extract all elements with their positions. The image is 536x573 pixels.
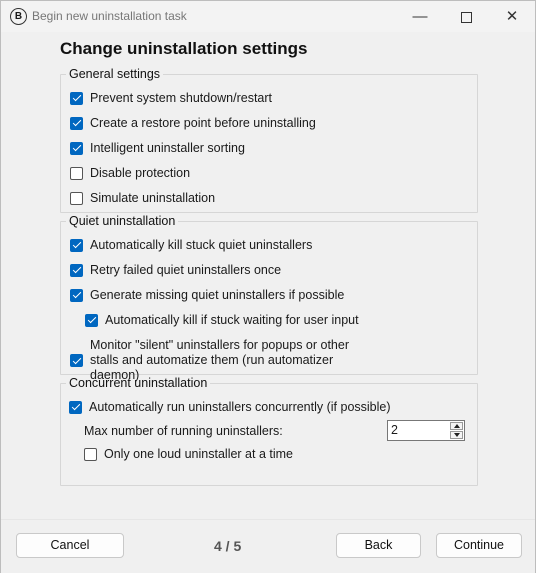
minimize-icon: —	[412, 8, 428, 25]
stepper-buttons	[450, 422, 463, 439]
window-title: Begin new uninstallation task	[32, 9, 187, 23]
checkbox-label: Retry failed quiet uninstallers once	[90, 263, 282, 277]
checkbox-icon[interactable]	[70, 354, 83, 367]
restore-point-checkbox[interactable]: Create a restore point before uninstalli…	[70, 116, 316, 130]
checkbox-icon[interactable]	[70, 166, 83, 180]
checkbox-icon[interactable]	[85, 313, 98, 327]
kill-stuck-quiet-checkbox[interactable]: Automatically kill stuck quiet uninstall…	[70, 238, 312, 252]
prevent-shutdown-checkbox[interactable]: Prevent system shutdown/restart	[70, 91, 272, 105]
max-running-value[interactable]: 2	[391, 423, 398, 437]
checkbox-label: Disable protection	[90, 166, 191, 180]
bcu-app-icon: B	[10, 8, 27, 25]
simulate-uninstall-checkbox[interactable]: Simulate uninstallation	[70, 191, 215, 205]
checkbox-label: Generate missing quiet uninstallers if p…	[90, 288, 345, 302]
checkbox-label: Prevent system shutdown/restart	[90, 91, 273, 105]
checkbox-label: Create a restore point before uninstalli…	[90, 116, 316, 130]
disable-protection-checkbox[interactable]: Disable protection	[70, 166, 190, 180]
one-loud-uninstaller-checkbox[interactable]: Only one loud uninstaller at a time	[84, 447, 293, 461]
page-title: Change uninstallation settings	[60, 39, 308, 58]
checkbox-icon[interactable]	[70, 141, 83, 155]
minimize-button[interactable]: —	[397, 1, 443, 32]
checkbox-label: Automatically kill if stuck waiting for …	[105, 313, 359, 327]
checkbox-label: Automatically run uninstallers concurren…	[89, 400, 391, 414]
maximize-icon	[460, 11, 472, 23]
checkbox-icon[interactable]	[70, 116, 83, 130]
run-concurrently-checkbox[interactable]: Automatically run uninstallers concurren…	[69, 400, 391, 414]
checkbox-icon[interactable]	[70, 191, 83, 205]
max-running-text: Max number of running uninstallers:	[84, 424, 283, 438]
uninstall-task-window: B Begin new uninstallation task — ✕ Chan…	[0, 0, 536, 573]
checkbox-icon[interactable]	[70, 263, 83, 277]
kill-waiting-input-checkbox[interactable]: Automatically kill if stuck waiting for …	[85, 313, 359, 327]
concurrent-uninstallation-legend: Concurrent uninstallation	[69, 376, 208, 390]
retry-failed-checkbox[interactable]: Retry failed quiet uninstallers once	[70, 263, 281, 277]
back-button[interactable]: Back	[336, 533, 421, 558]
checkbox-label: Intelligent uninstaller sorting	[90, 141, 245, 155]
checkbox-icon[interactable]	[70, 238, 83, 252]
general-settings-legend: General settings	[69, 67, 161, 81]
stepper-down-icon[interactable]	[450, 431, 463, 439]
close-icon: ✕	[505, 8, 519, 25]
cancel-button[interactable]: Cancel	[16, 533, 124, 558]
checkbox-label: Simulate uninstallation	[90, 191, 216, 205]
generate-missing-quiet-checkbox[interactable]: Generate missing quiet uninstallers if p…	[70, 288, 344, 302]
page-indicator: 4 / 5	[214, 538, 242, 554]
close-button[interactable]: ✕	[489, 1, 535, 32]
maximize-button[interactable]	[443, 1, 489, 32]
continue-button[interactable]: Continue	[436, 533, 522, 558]
checkbox-icon[interactable]	[69, 400, 82, 414]
settings-content: Change uninstallation settings General s…	[1, 32, 535, 519]
checkbox-label: Automatically kill stuck quiet uninstall…	[90, 238, 313, 252]
quiet-uninstallation-legend: Quiet uninstallation	[69, 214, 176, 228]
wizard-footer: Cancel 4 / 5 Back Continue	[1, 519, 535, 573]
stepper-up-icon[interactable]	[450, 422, 463, 430]
checkbox-icon[interactable]	[70, 288, 83, 302]
max-running-stepper[interactable]: 2	[387, 420, 465, 441]
checkbox-label: Only one loud uninstaller at a time	[104, 447, 293, 461]
checkbox-icon[interactable]	[84, 447, 97, 461]
checkbox-icon[interactable]	[70, 91, 83, 105]
max-running-label: Max number of running uninstallers:	[84, 424, 283, 438]
title-bar[interactable]: B Begin new uninstallation task — ✕	[1, 1, 535, 32]
intelligent-sorting-checkbox[interactable]: Intelligent uninstaller sorting	[70, 141, 245, 155]
